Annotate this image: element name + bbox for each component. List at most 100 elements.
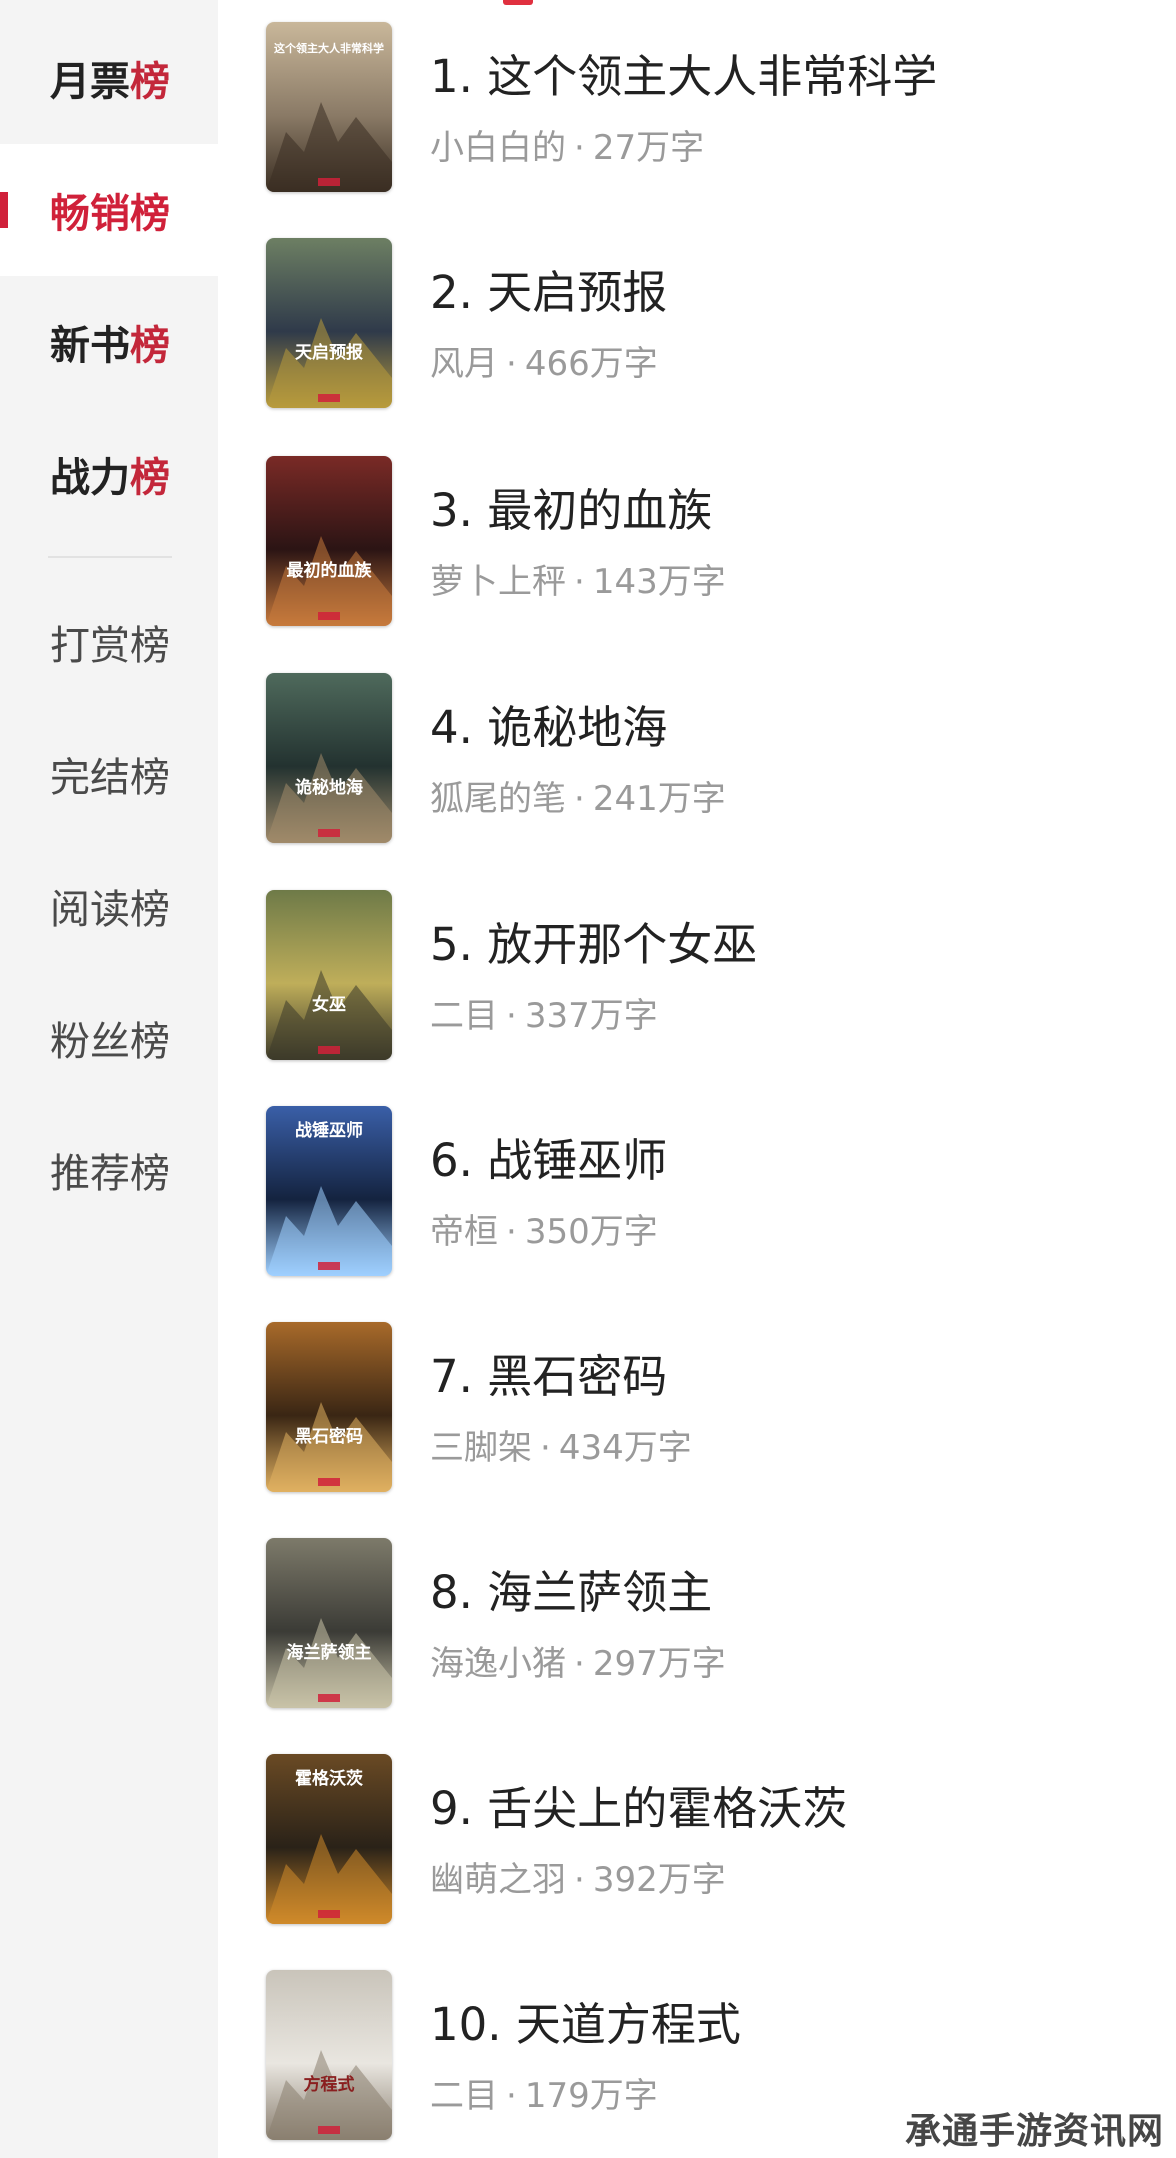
- sidebar-item-label: 完结榜: [50, 755, 170, 801]
- meta-separator: ·: [574, 779, 585, 819]
- book-word-count: 337万字: [524, 996, 658, 1036]
- book-item[interactable]: 战锤巫师 6. 战锤巫师帝桓 · 350万字: [266, 1106, 1146, 1276]
- cover-title-text: 最初的血族: [287, 560, 373, 581]
- sidebar-item-label: 粉丝榜: [50, 1019, 170, 1065]
- meta-separator: ·: [574, 1644, 585, 1684]
- book-meta: 海逸小猪 · 297万字: [430, 1636, 726, 1685]
- book-title[interactable]: 9. 舌尖上的霍格沃茨: [430, 1772, 847, 1837]
- book-title[interactable]: 10. 天道方程式: [430, 1988, 741, 2053]
- cover-title-text: 天启预报: [295, 342, 363, 363]
- sidebar-item-recommend[interactable]: 推荐榜: [0, 1104, 218, 1236]
- book-author: 帝桓: [430, 1212, 498, 1252]
- meta-separator: ·: [506, 996, 517, 1036]
- book-title[interactable]: 8. 海兰萨领主: [430, 1556, 712, 1621]
- book-meta: 二目 · 179万字: [430, 2068, 658, 2117]
- meta-separator: ·: [506, 1212, 517, 1252]
- sidebar-item-reading[interactable]: 阅读榜: [0, 840, 218, 972]
- sidebar-item-label: 推荐榜: [50, 1151, 170, 1197]
- book-cover[interactable]: 黑石密码: [266, 1322, 392, 1492]
- book-word-count: 297万字: [592, 1644, 726, 1684]
- cover-title-text: 黑石密码: [295, 1426, 363, 1447]
- sidebar-item-label: 新书: [50, 323, 130, 369]
- sidebar-item-completed[interactable]: 完结榜: [0, 708, 218, 840]
- book-cover[interactable]: 天启预报: [266, 238, 392, 408]
- sidebar-item-label: 阅读榜: [50, 887, 170, 933]
- book-author: 风月: [430, 344, 498, 384]
- ranking-sidebar: 月票榜 畅销榜 新书榜 战力榜 打赏榜 完结榜 阅读榜 粉丝榜 推荐榜: [0, 0, 218, 2158]
- sidebar-item-monthly-ticket[interactable]: 月票榜: [0, 12, 218, 144]
- sidebar-item-label: 打赏榜: [50, 623, 170, 669]
- book-cover[interactable]: 诡秘地海: [266, 673, 392, 843]
- watermark: 承通手游资讯网: [904, 2111, 1164, 2152]
- cover-title-text: 战锤巫师: [295, 1120, 363, 1141]
- sidebar-item-suffix: 榜: [130, 59, 170, 105]
- book-title[interactable]: 3. 最初的血族: [430, 474, 712, 539]
- book-author: 小白白的: [430, 128, 566, 168]
- book-item[interactable]: 女巫 5. 放开那个女巫二目 · 337万字: [266, 890, 1146, 1060]
- meta-separator: ·: [574, 562, 585, 602]
- sidebar-item-fans[interactable]: 粉丝榜: [0, 972, 218, 1104]
- book-author: 三脚架: [430, 1428, 532, 1468]
- book-item[interactable]: 霍格沃茨 9. 舌尖上的霍格沃茨幽萌之羽 · 392万字: [266, 1754, 1146, 1924]
- meta-separator: ·: [574, 1860, 585, 1900]
- book-meta: 二目 · 337万字: [430, 988, 658, 1037]
- book-author: 狐尾的笔: [430, 779, 566, 819]
- sidebar-item-suffix: 榜: [130, 191, 170, 237]
- book-title[interactable]: 6. 战锤巫师: [430, 1124, 667, 1189]
- book-cover[interactable]: 方程式: [266, 1970, 392, 2140]
- book-item[interactable]: 诡秘地海 4. 诡秘地海狐尾的笔 · 241万字: [266, 673, 1146, 843]
- book-word-count: 466万字: [524, 344, 658, 384]
- meta-separator: ·: [506, 2076, 517, 2116]
- book-title[interactable]: 2. 天启预报: [430, 256, 667, 321]
- sidebar-item-reward[interactable]: 打赏榜: [0, 576, 218, 708]
- sidebar-item-suffix: 榜: [130, 323, 170, 369]
- book-item[interactable]: 黑石密码 7. 黑石密码三脚架 · 434万字: [266, 1322, 1146, 1492]
- book-author: 二目: [430, 996, 498, 1036]
- book-title[interactable]: 7. 黑石密码: [430, 1340, 667, 1405]
- book-item[interactable]: 这个领主大人非常科学 1. 这个领主大人非常科学小白白的 · 27万字: [266, 22, 1146, 192]
- book-word-count: 434万字: [558, 1428, 692, 1468]
- meta-separator: ·: [540, 1428, 551, 1468]
- book-meta: 帝桓 · 350万字: [430, 1204, 658, 1253]
- book-word-count: 350万字: [524, 1212, 658, 1252]
- cover-title-text: 诡秘地海: [295, 777, 363, 798]
- book-meta: 小白白的 · 27万字: [430, 120, 704, 169]
- book-word-count: 143万字: [592, 562, 726, 602]
- book-cover[interactable]: 霍格沃茨: [266, 1754, 392, 1924]
- sidebar-item-power[interactable]: 战力榜: [0, 408, 218, 540]
- book-meta: 狐尾的笔 · 241万字: [430, 771, 726, 820]
- book-cover[interactable]: 女巫: [266, 890, 392, 1060]
- book-item[interactable]: 海兰萨领主 8. 海兰萨领主海逸小猪 · 297万字: [266, 1538, 1146, 1708]
- book-item[interactable]: 最初的血族 3. 最初的血族萝卜上秤 · 143万字: [266, 456, 1146, 626]
- meta-separator: ·: [506, 344, 517, 384]
- book-cover[interactable]: 最初的血族: [266, 456, 392, 626]
- sidebar-item-label: 月票: [50, 59, 130, 105]
- book-cover[interactable]: 海兰萨领主: [266, 1538, 392, 1708]
- sidebar-item-label: 战力: [50, 455, 130, 501]
- top-indicator: [503, 0, 533, 5]
- book-word-count: 392万字: [592, 1860, 726, 1900]
- sidebar-item-label: 畅销: [50, 191, 130, 237]
- book-title[interactable]: 1. 这个领主大人非常科学: [430, 40, 937, 105]
- book-title[interactable]: 5. 放开那个女巫: [430, 908, 757, 973]
- sidebar-item-bestseller[interactable]: 畅销榜: [0, 144, 218, 276]
- book-word-count: 179万字: [524, 2076, 658, 2116]
- book-item[interactable]: 天启预报 2. 天启预报风月 · 466万字: [266, 238, 1146, 408]
- sidebar-item-suffix: 榜: [130, 455, 170, 501]
- book-author: 海逸小猪: [430, 1644, 566, 1684]
- book-cover[interactable]: 这个领主大人非常科学: [266, 22, 392, 192]
- book-author: 幽萌之羽: [430, 1860, 566, 1900]
- book-cover[interactable]: 战锤巫师: [266, 1106, 392, 1276]
- book-author: 二目: [430, 2076, 498, 2116]
- book-meta: 风月 · 466万字: [430, 336, 658, 385]
- cover-title-text: 霍格沃茨: [295, 1768, 363, 1789]
- sidebar-item-new-books[interactable]: 新书榜: [0, 276, 218, 408]
- book-meta: 幽萌之羽 · 392万字: [430, 1852, 726, 1901]
- book-title[interactable]: 4. 诡秘地海: [430, 691, 667, 756]
- book-word-count: 241万字: [592, 779, 726, 819]
- book-meta: 萝卜上秤 · 143万字: [430, 554, 726, 603]
- cover-title-text: 这个领主大人非常科学: [274, 41, 384, 55]
- cover-title-text: 女巫: [312, 994, 346, 1015]
- cover-title-text: 海兰萨领主: [287, 1642, 372, 1663]
- active-indicator: [0, 192, 8, 228]
